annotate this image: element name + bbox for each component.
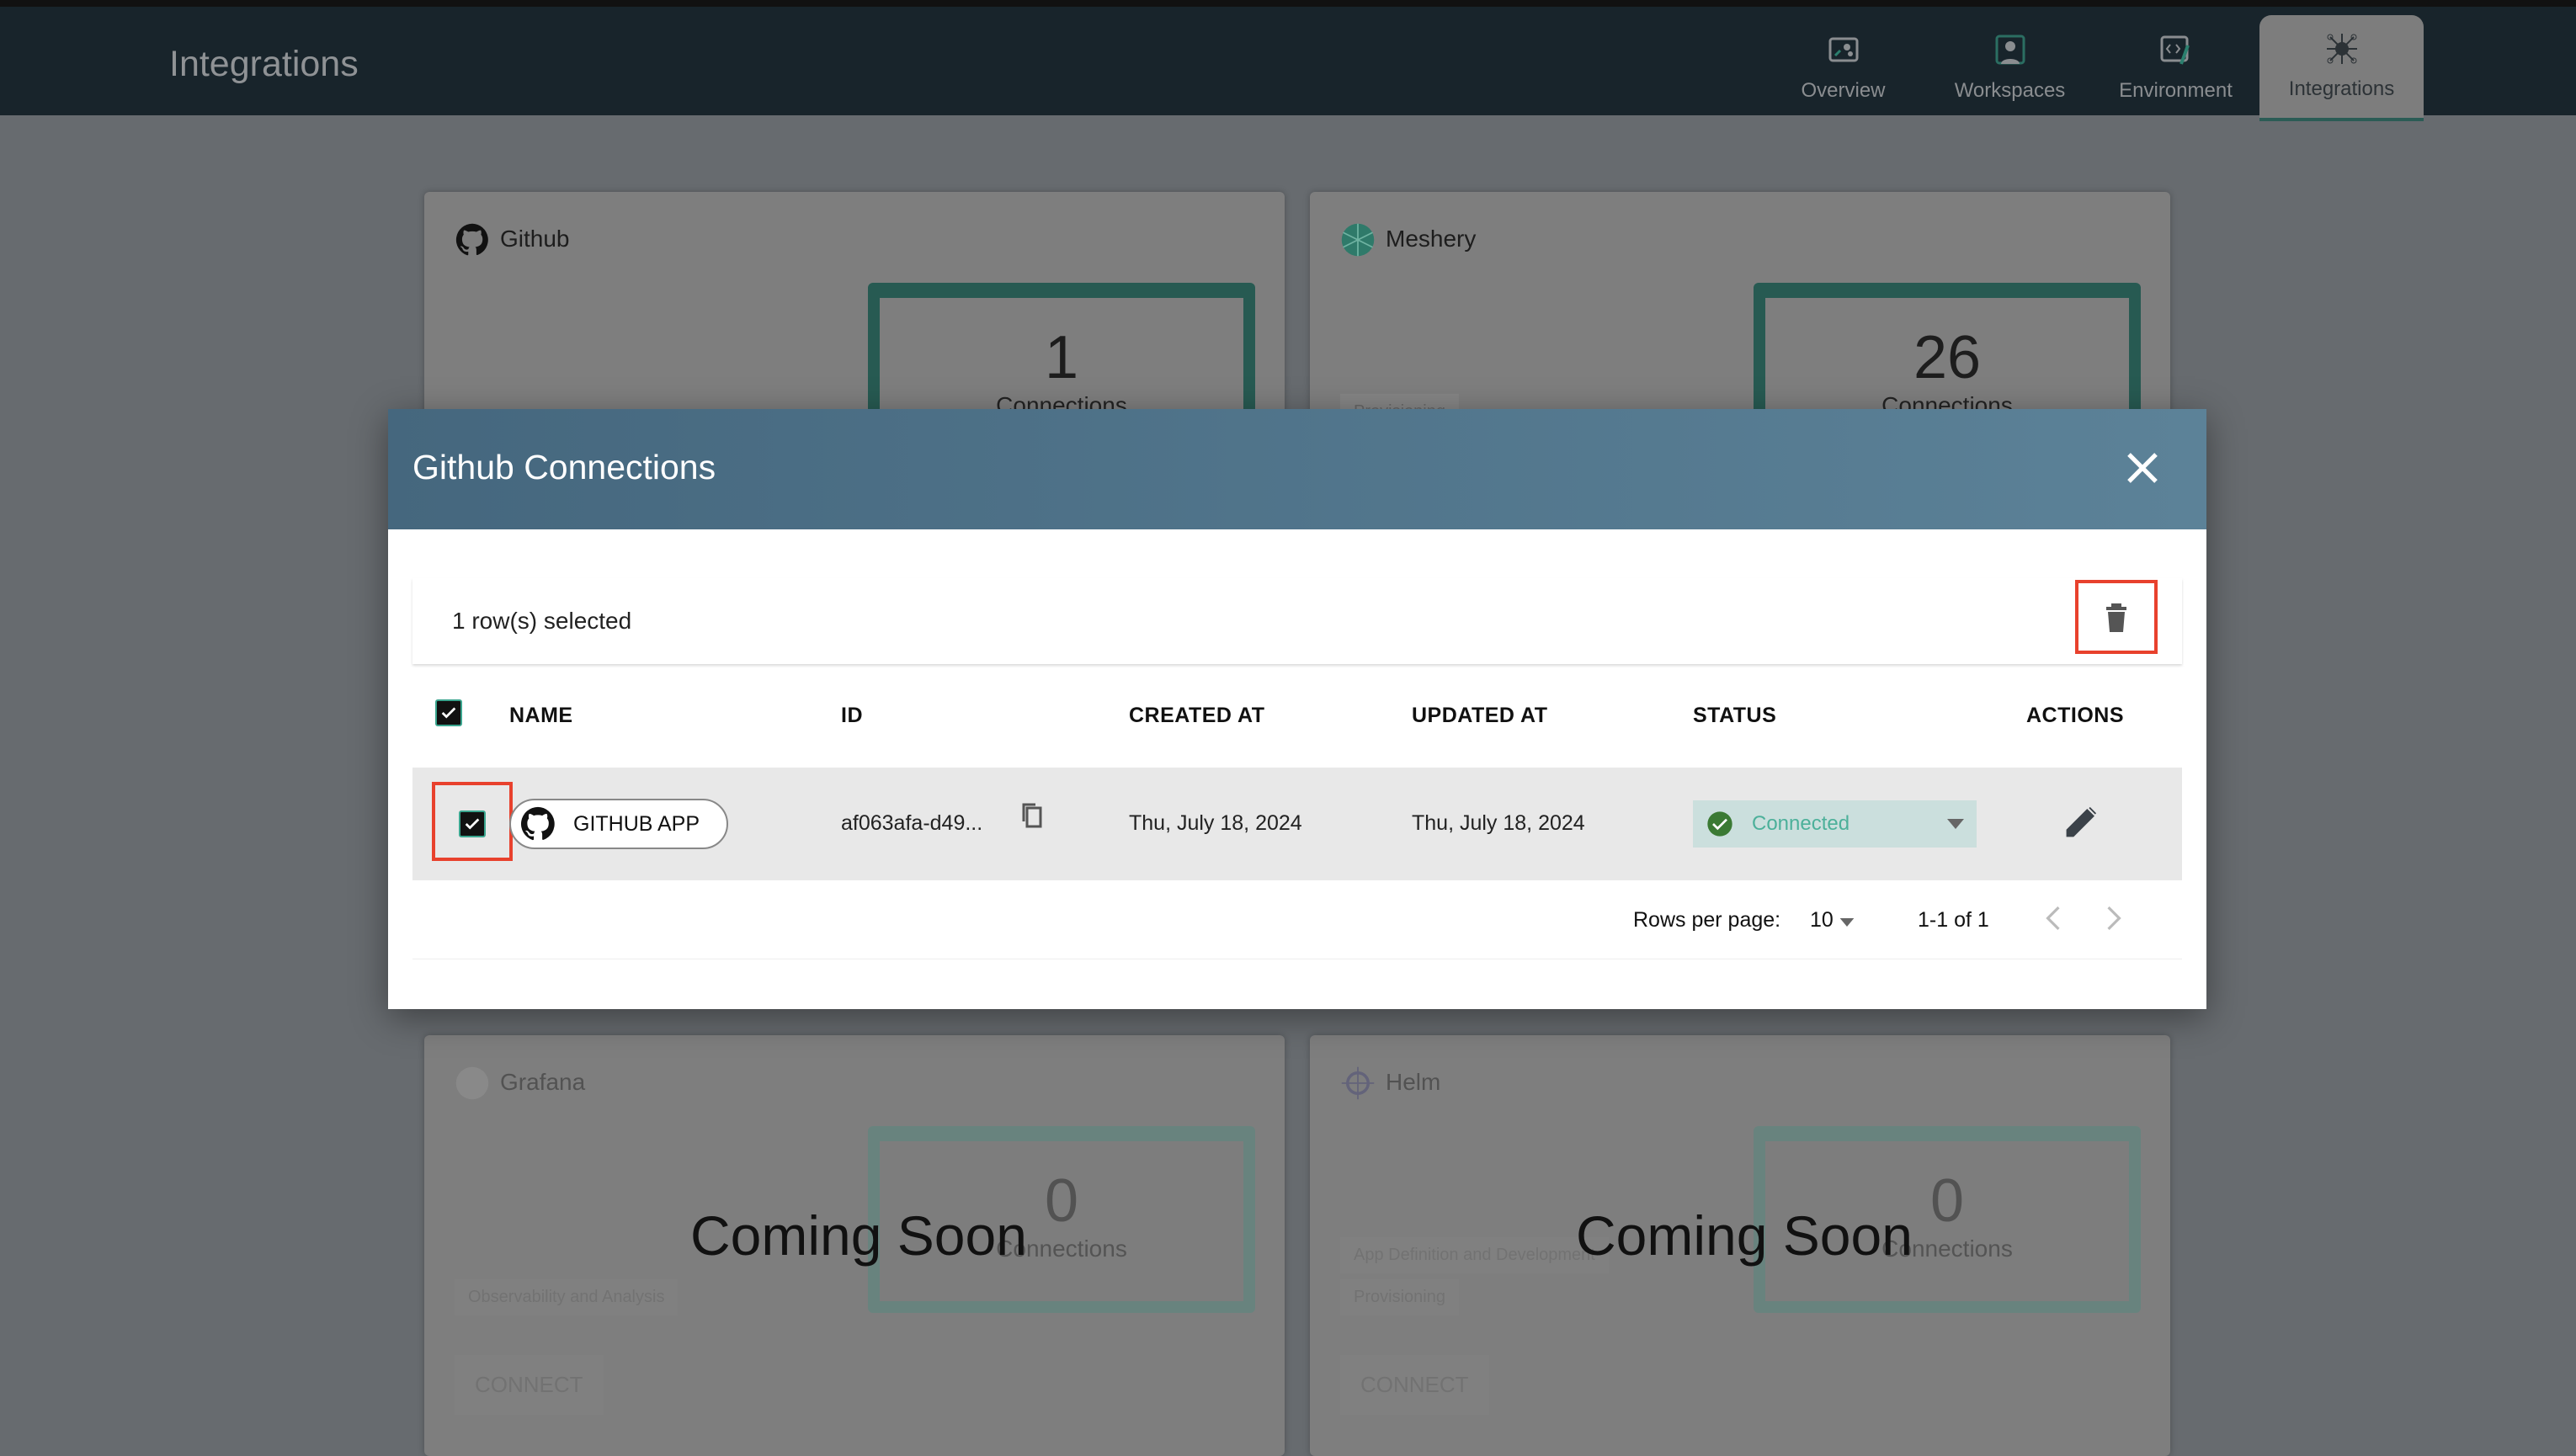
connection-count: 1 [1044, 324, 1079, 391]
nav-label: Environment [2119, 79, 2233, 102]
github-icon [455, 223, 488, 256]
modal-title: Github Connections [412, 448, 716, 486]
nav-label: Overview [1801, 79, 1886, 102]
top-bar: Integrations Overview Workspaces Environ… [0, 0, 2576, 121]
helm-icon [1341, 1066, 1375, 1100]
connection-name-chip[interactable]: GITHUB APP [509, 799, 728, 849]
card-title: Helm [1386, 1069, 1441, 1095]
column-header-created-at[interactable]: CREATED AT [1129, 704, 1264, 728]
rows-per-page-select[interactable]: 10 [1810, 908, 1855, 933]
meshery-icon [1341, 223, 1375, 257]
environment-icon [2160, 35, 2190, 65]
nav-label: Integrations [2288, 77, 2395, 100]
github-card: Github 1 Connections [424, 192, 1285, 485]
helm-card: Helm App Definition and Development Prov… [1310, 1035, 2170, 1456]
nav-environment[interactable]: Environment [2094, 15, 2258, 121]
pagination: Rows per page: 10 1-1 of 1 [412, 880, 2182, 959]
app-title: Integrations [169, 44, 359, 84]
category-tag: App Definition and Development [1340, 1237, 1609, 1273]
selected-count: 1 row(s) selected [452, 608, 632, 634]
category-tag: Provisioning [1340, 1279, 1459, 1315]
coming-soon-label: Coming Soon [1576, 1204, 1913, 1267]
check-circle-icon [1707, 811, 1732, 837]
github-connections-modal: Github Connections 1 row(s) selected NAM… [388, 409, 2206, 1009]
meshery-card: Meshery Provisioning 26 Connections [1310, 192, 2170, 485]
nav-overview[interactable]: Overview [1761, 15, 1925, 121]
card-title: Grafana [500, 1069, 586, 1095]
status-value: Connected [1752, 812, 1850, 835]
card-title: Meshery [1386, 226, 1477, 252]
integrations-icon [2326, 34, 2357, 64]
created-at: Thu, July 18, 2024 [1129, 811, 1302, 835]
column-header-actions: ACTIONS [2026, 704, 2124, 727]
next-page-icon[interactable] [2106, 906, 2121, 931]
card-title: Github [500, 226, 570, 252]
connect-button[interactable]: CONNECT [455, 1355, 604, 1415]
page-range: 1-1 of 1 [1918, 908, 1989, 932]
nav-integrations[interactable]: Integrations [2259, 15, 2424, 121]
previous-page-icon[interactable] [2046, 906, 2061, 931]
close-icon[interactable] [2122, 448, 2163, 488]
nav-workspaces[interactable]: Workspaces [1928, 15, 2092, 121]
rows-per-page-value: 10 [1810, 908, 1834, 932]
edit-icon[interactable] [2062, 803, 2100, 842]
grafana-icon [455, 1066, 489, 1100]
connect-button[interactable]: CONNECT [1340, 1355, 1489, 1415]
column-header-name[interactable]: NAME [509, 704, 573, 728]
table-row[interactable]: GITHUB APP af063afa-d49... Thu, July 18,… [412, 768, 2182, 880]
coming-soon-label: Coming Soon [690, 1204, 1027, 1267]
overview-icon [1828, 37, 1858, 62]
trash-icon [2106, 603, 2126, 632]
modal-header: Github Connections [388, 409, 2206, 529]
workspaces-icon [1995, 35, 2025, 65]
status-dropdown[interactable]: Connected [1693, 800, 1977, 848]
select-all-checkbox[interactable] [435, 699, 462, 726]
connection-count: 26 [1913, 324, 1982, 391]
copy-icon[interactable] [1022, 803, 1042, 828]
delete-button[interactable] [2075, 580, 2158, 654]
grafana-card: Grafana Observability and Analysis CONNE… [424, 1035, 1285, 1456]
connection-id: af063afa-d49... [841, 811, 983, 835]
column-header-updated-at[interactable]: UPDATED AT [1412, 704, 1547, 728]
connection-name: GITHUB APP [573, 811, 700, 836]
updated-at: Thu, July 18, 2024 [1412, 811, 1585, 835]
chevron-down-icon [1839, 918, 1855, 927]
nav-label: Workspaces [1954, 79, 2066, 102]
github-icon [520, 806, 555, 841]
rows-per-page-label: Rows per page: [1633, 908, 1781, 932]
category-tag: Observability and Analysis [455, 1279, 679, 1315]
column-header-status[interactable]: STATUS [1693, 704, 1776, 728]
selection-toolbar: 1 row(s) selected [412, 578, 2182, 664]
column-header-id[interactable]: ID [841, 704, 863, 728]
chevron-down-icon [1947, 819, 1964, 829]
row-checkbox[interactable] [459, 810, 486, 837]
